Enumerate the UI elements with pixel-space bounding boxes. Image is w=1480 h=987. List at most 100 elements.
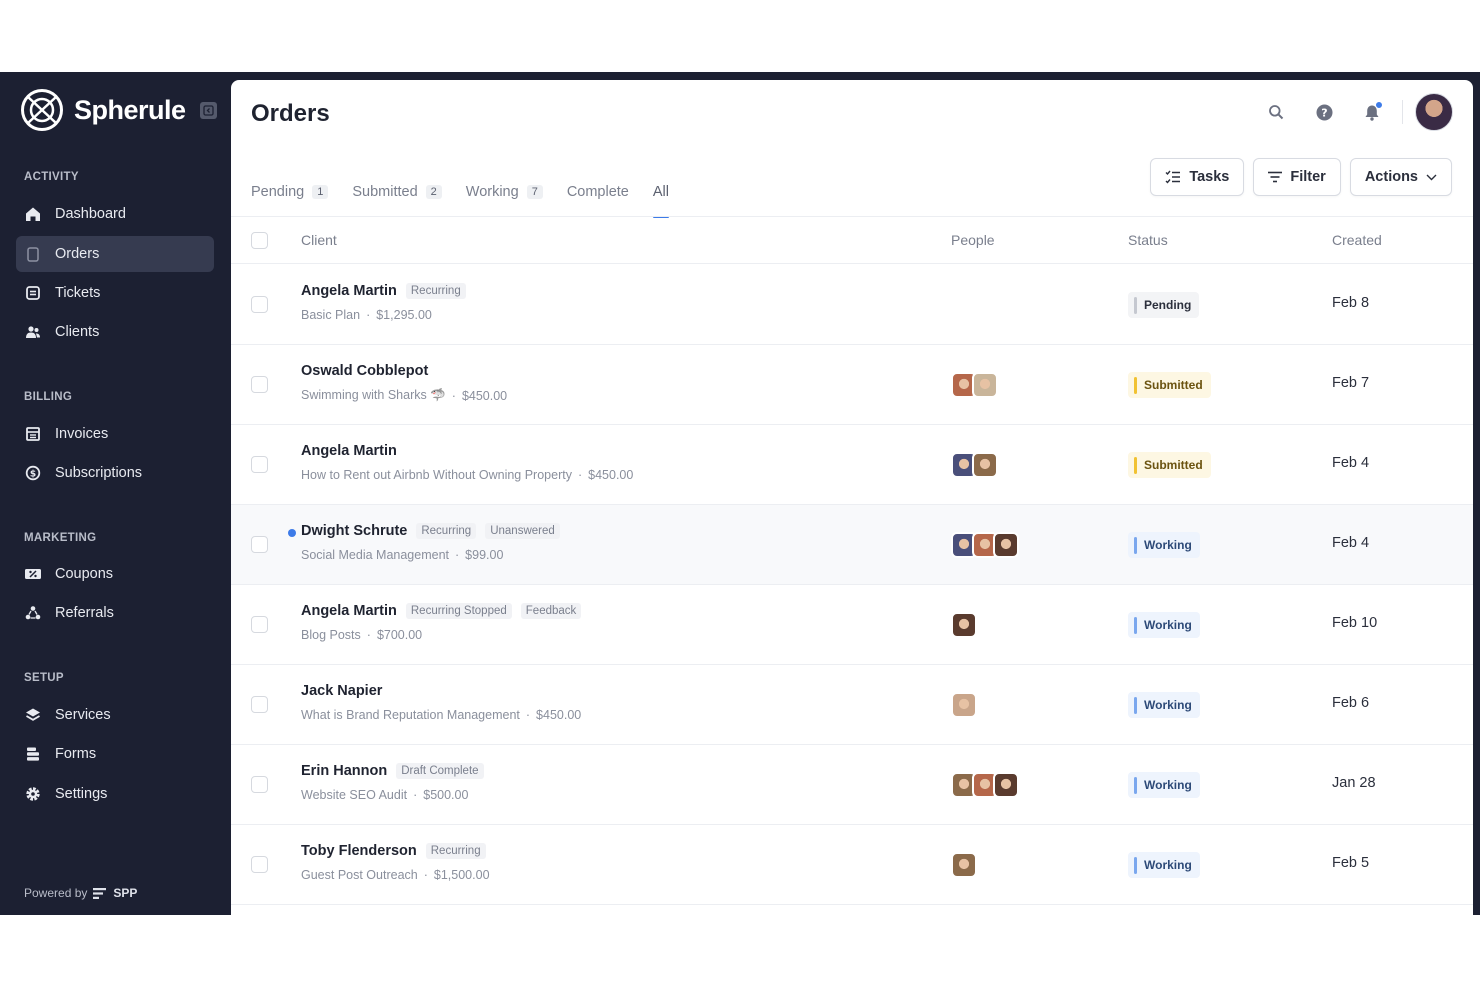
tab-count-badge: 7 xyxy=(526,185,543,199)
sidebar-item-label: Dashboard xyxy=(55,206,126,222)
sidebar-item-coupons[interactable]: Coupons xyxy=(16,556,214,592)
sidebar-item-label: Subscriptions xyxy=(55,465,143,481)
client-cell[interactable]: Angela Martin How to Rent out Airbnb With… xyxy=(301,443,633,482)
person-avatar[interactable] xyxy=(993,532,1019,558)
client-name[interactable]: Toby Flenderson xyxy=(301,843,417,859)
column-created[interactable]: Created xyxy=(1332,232,1382,248)
column-client[interactable]: Client xyxy=(301,232,337,248)
table-row[interactable]: Jack Napier What is Brand Reputation Mana… xyxy=(231,665,1473,745)
status-label: Submitted xyxy=(1144,458,1203,472)
status-bar xyxy=(1134,456,1137,474)
sidebar-item-services[interactable]: Services xyxy=(16,697,214,733)
client-cell[interactable]: Oswald Cobblepot Swimming with Sharks 🦈 · $… xyxy=(301,363,507,403)
row-checkbox[interactable] xyxy=(251,856,268,873)
table-row[interactable]: Angela Martin Recurring Stopped Feedback Bl… xyxy=(231,585,1473,665)
person-avatar[interactable] xyxy=(951,612,977,638)
row-checkbox[interactable] xyxy=(251,456,268,473)
tasks-button[interactable]: Tasks xyxy=(1150,158,1245,196)
powered-by[interactable]: Powered by SPP xyxy=(24,886,137,900)
tasks-icon xyxy=(1165,170,1181,184)
sidebar-item-orders[interactable]: Orders xyxy=(16,236,214,272)
client-cell[interactable]: Jack Napier What is Brand Reputation Mana… xyxy=(301,683,581,722)
client-cell[interactable]: Toby Flenderson Recurring Guest Post Outre… xyxy=(301,843,490,882)
service-line: Social Media Management · $99.00 xyxy=(301,548,560,562)
sidebar-item-settings[interactable]: Settings xyxy=(16,776,214,812)
client-cell[interactable]: Erin Hannon Draft Complete Website SEO Aud… xyxy=(301,763,484,802)
person-avatar[interactable] xyxy=(972,372,998,398)
client-name[interactable]: Angela Martin xyxy=(301,603,397,619)
checkbox-box xyxy=(251,456,268,473)
row-checkbox[interactable] xyxy=(251,376,268,393)
ticket-icon xyxy=(24,284,42,302)
client-name[interactable]: Jack Napier xyxy=(301,683,382,699)
row-checkbox[interactable] xyxy=(251,776,268,793)
client-cell[interactable]: Dwight Schrute Recurring Unanswered Social … xyxy=(288,523,560,562)
table-row[interactable]: Angela Martin How to Rent out Airbnb With… xyxy=(231,425,1473,505)
gear-icon xyxy=(24,785,42,803)
people-cell xyxy=(951,612,977,638)
sidebar-item-tickets[interactable]: Tickets xyxy=(16,275,214,311)
tab-working[interactable]: Working 7 xyxy=(466,180,543,204)
column-status[interactable]: Status xyxy=(1128,232,1168,248)
section-label-billing: BILLING xyxy=(24,391,73,403)
actions-dropdown[interactable]: Actions xyxy=(1349,158,1452,196)
status-label: Working xyxy=(1144,698,1192,712)
tab-all[interactable]: All xyxy=(652,180,670,218)
person-avatar[interactable] xyxy=(951,692,977,718)
help-icon[interactable]: ? xyxy=(1300,92,1348,132)
people-cell xyxy=(951,692,977,718)
client-cell[interactable]: Angela Martin Recurring Stopped Feedback Bl… xyxy=(301,603,582,642)
checkbox-box xyxy=(251,536,268,553)
tab-submitted[interactable]: Submitted 2 xyxy=(352,180,442,204)
person-avatar[interactable] xyxy=(972,452,998,478)
created-date: Feb 4 xyxy=(1332,455,1370,471)
client-name[interactable]: Angela Martin xyxy=(301,283,397,299)
client-cell[interactable]: Angela Martin Recurring Basic Plan · $1,295.… xyxy=(301,283,466,322)
client-name[interactable]: Erin Hannon xyxy=(301,763,387,779)
sidebar-item-dashboard[interactable]: Dashboard xyxy=(16,196,214,232)
separator-dot: · xyxy=(366,628,371,642)
people-cell xyxy=(951,532,1019,558)
client-name[interactable]: Dwight Schrute xyxy=(301,523,407,539)
client-line: Angela Martin xyxy=(301,443,633,459)
clipboard-icon xyxy=(24,245,42,263)
person-avatar[interactable] xyxy=(993,772,1019,798)
sidebar-item-clients[interactable]: Clients xyxy=(16,314,214,350)
user-avatar[interactable] xyxy=(1415,93,1453,131)
order-tag: Recurring xyxy=(416,523,477,539)
sidebar-item-invoices[interactable]: Invoices xyxy=(16,416,214,452)
column-people[interactable]: People xyxy=(951,232,995,248)
tab-complete[interactable]: Complete xyxy=(567,180,629,204)
client-name[interactable]: Oswald Cobblepot xyxy=(301,363,428,379)
client-name[interactable]: Angela Martin xyxy=(301,443,397,459)
sidebar-item-subscriptions[interactable]: $ Subscriptions xyxy=(16,455,214,491)
coupon-icon xyxy=(24,565,42,583)
table-row[interactable]: Oswald Cobblepot Swimming with Sharks 🦈 · $… xyxy=(231,345,1473,425)
search-icon[interactable] xyxy=(1252,92,1300,132)
select-all-checkbox[interactable] xyxy=(251,232,268,249)
table-row[interactable]: Toby Flenderson Recurring Guest Post Outre… xyxy=(231,825,1473,905)
row-checkbox[interactable] xyxy=(251,296,268,313)
tab-label: Pending xyxy=(251,184,305,200)
sidebar-item-referrals[interactable]: Referrals xyxy=(16,595,214,631)
row-checkbox[interactable] xyxy=(251,616,268,633)
table-row[interactable]: Dwight Schrute Recurring Unanswered Social … xyxy=(231,505,1473,585)
service-name: Swimming with Sharks 🦈 xyxy=(301,388,446,402)
order-tag: Feedback xyxy=(520,603,582,619)
tab-pending[interactable]: Pending 1 xyxy=(251,180,329,204)
separator-dot: · xyxy=(451,388,456,403)
table-row[interactable]: Erin Hannon Draft Complete Website SEO Aud… xyxy=(231,745,1473,825)
row-checkbox[interactable] xyxy=(251,536,268,553)
brand[interactable]: Spherule xyxy=(20,88,217,132)
person-avatar[interactable] xyxy=(951,852,977,878)
table-row[interactable]: Angela Martin Recurring Basic Plan · $1,295.… xyxy=(231,265,1473,345)
status-label: Submitted xyxy=(1144,378,1203,392)
filter-button[interactable]: Filter xyxy=(1253,158,1341,196)
powered-by-brand: SPP xyxy=(113,886,138,900)
row-checkbox[interactable] xyxy=(251,696,268,713)
collapse-sidebar-icon[interactable] xyxy=(199,101,217,119)
bell-icon[interactable] xyxy=(1348,92,1396,132)
client-line: Toby Flenderson Recurring xyxy=(301,843,490,859)
filter-label: Filter xyxy=(1290,169,1326,185)
sidebar-item-forms[interactable]: Forms xyxy=(16,736,214,772)
